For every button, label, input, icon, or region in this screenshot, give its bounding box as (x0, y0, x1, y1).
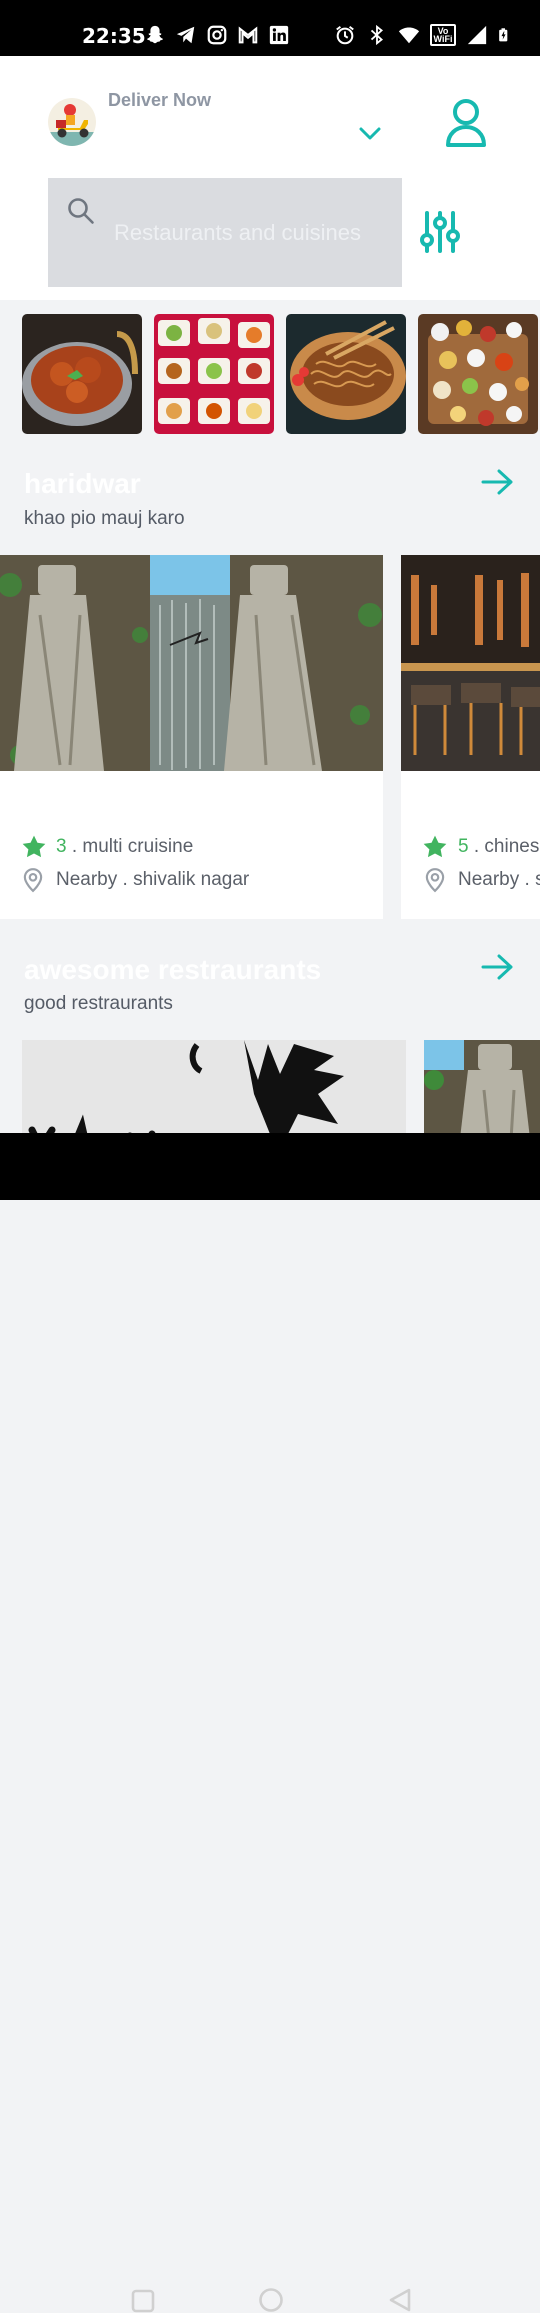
rating-line: 5 . chinese (458, 836, 540, 858)
snapchat-icon (147, 25, 163, 44)
location-label: Nearby . s (458, 869, 540, 890)
cuisine-tile-curry[interactable] (22, 314, 142, 434)
restaurant-photo-statues (0, 555, 383, 771)
filter-sliders-icon[interactable] (418, 210, 462, 254)
wifi-icon (398, 27, 420, 44)
cuisine-label: . chinese (473, 836, 540, 857)
vowifi-icon: Vo WiFi (430, 24, 456, 46)
battery-icon (499, 28, 508, 42)
gmail-icon (238, 26, 258, 44)
noodles-plate-image (286, 314, 406, 434)
chevron-down-icon[interactable] (358, 124, 382, 144)
alarm-icon (336, 25, 354, 45)
restaurant-card[interactable] (424, 1040, 540, 1133)
search-icon (68, 198, 94, 224)
curry-bowl-image (22, 314, 142, 434)
instagram-icon (207, 25, 227, 45)
rating-value: 5 (458, 836, 469, 857)
cuisine-tile-platter[interactable] (418, 314, 538, 434)
search-placeholder: Restaurants and cuisines (114, 220, 362, 245)
telegram-icon (176, 26, 195, 44)
status-bar: 22:35 Vo WiFi (0, 0, 540, 56)
recents-square-icon[interactable] (131, 2289, 155, 2313)
rating-value: 3 (56, 836, 67, 857)
section-title-haridwar: haridwar (24, 468, 141, 499)
arrow-right-icon[interactable] (480, 952, 516, 982)
platter-image (418, 314, 538, 434)
scooter-rider-icon (48, 104, 96, 146)
restaurant-photo-statues (424, 1040, 540, 1133)
cuisine-tile-noodles[interactable] (286, 314, 406, 434)
notification-icons (144, 24, 290, 46)
star-icon (423, 835, 447, 858)
deliver-now-label: Deliver Now (108, 90, 212, 110)
back-triangle-icon[interactable] (387, 2287, 413, 2313)
linkedin-icon (269, 25, 289, 45)
app-screen: 22:35 Vo WiFi Deliver Now Restaurants an… (0, 0, 540, 1133)
bluetooth-icon (370, 24, 383, 46)
location-pin-icon (23, 868, 43, 893)
system-icons: Vo WiFi (334, 24, 512, 46)
arrow-right-icon[interactable] (480, 467, 516, 497)
restaurant-card[interactable]: 5 . chinese Nearby . s (401, 555, 540, 919)
thali-tray-image (154, 314, 274, 434)
cuisine-tile-thali[interactable] (154, 314, 274, 434)
section-title-awesome: awesome restraurants (24, 954, 322, 985)
section-subtitle-haridwar: khao pio mauj karo (24, 508, 185, 529)
section-subtitle-awesome: good restraurants (24, 993, 173, 1014)
star-icon (22, 835, 46, 858)
profile-icon[interactable] (444, 98, 488, 148)
delivery-avatar[interactable] (48, 98, 96, 146)
location-label: Nearby . shivalik nagar (56, 869, 250, 890)
status-time: 22:35 (82, 24, 146, 48)
restaurant-photo-interior (401, 555, 540, 771)
cuisine-label: . multi cruisine (66, 836, 194, 857)
restaurant-card[interactable] (22, 1040, 406, 1133)
restaurant-photo-kakashi-art (22, 1040, 406, 1133)
cuisine-carousel[interactable] (22, 314, 538, 434)
rating-line: 3 . multi cruisine (56, 836, 193, 858)
system-navigation-bar (0, 1133, 540, 2313)
location-pin-icon (425, 868, 445, 893)
home-circle-icon[interactable] (258, 2287, 284, 2313)
signal-icon (467, 25, 487, 45)
vowifi-label: Vo WiFi (433, 26, 453, 44)
restaurant-card[interactable]: 3 . multi cruisine Nearby . shivalik nag… (0, 555, 383, 919)
